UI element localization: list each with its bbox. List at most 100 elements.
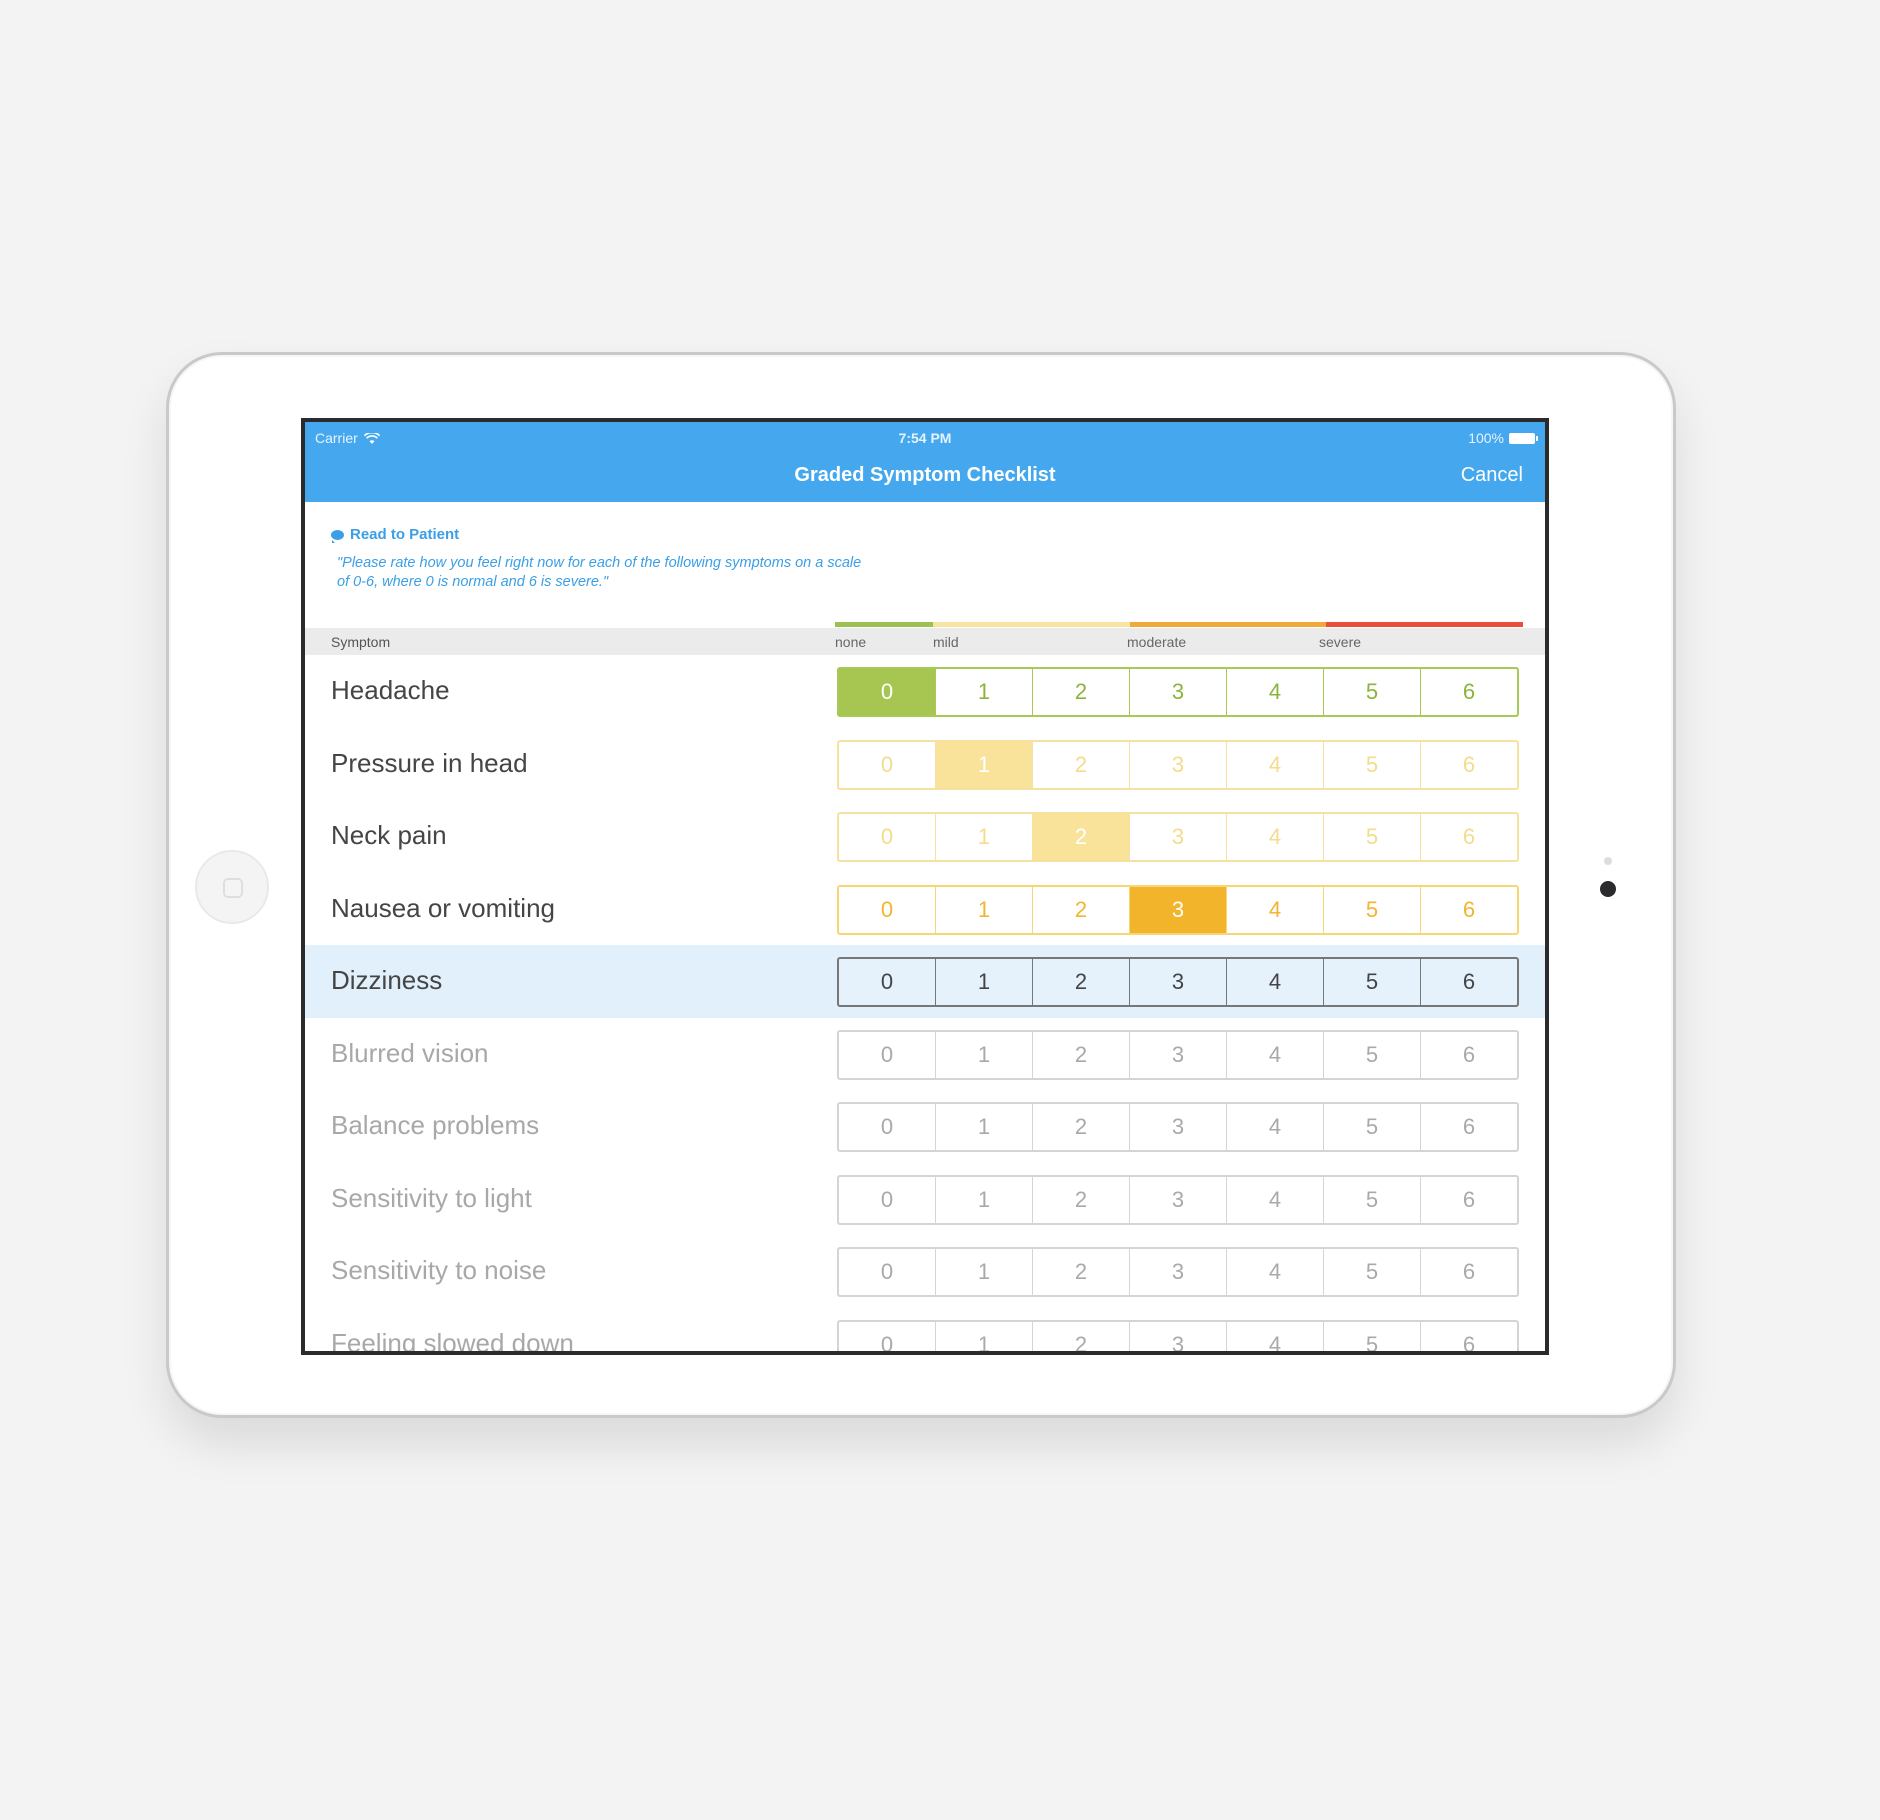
- symptom-label: Balance problems: [331, 1110, 540, 1140]
- rating-option[interactable]: 6: [1420, 814, 1517, 860]
- header-level-moderate: moderate: [1127, 634, 1187, 650]
- rating-option[interactable]: 6: [1420, 1321, 1517, 1351]
- severity-scale: 0123456: [837, 1247, 1519, 1297]
- rating-option[interactable]: 5: [1323, 741, 1420, 788]
- symptom-label: Neck pain: [331, 820, 447, 850]
- rating-option[interactable]: 1: [935, 814, 1032, 860]
- rating-option[interactable]: 1: [935, 886, 1032, 933]
- rating-option[interactable]: 3: [1129, 959, 1226, 1005]
- rating-option[interactable]: 6: [1420, 886, 1517, 933]
- symptom-label: Feeling slowed down: [331, 1327, 574, 1355]
- rating-option[interactable]: 2: [1032, 1104, 1129, 1150]
- rating-option[interactable]: 5: [1323, 1321, 1420, 1351]
- rating-option[interactable]: 0: [839, 1104, 935, 1150]
- rating-option[interactable]: 0: [839, 1249, 935, 1295]
- rating-option[interactable]: 3: [1129, 1321, 1226, 1351]
- rating-option[interactable]: 6: [1420, 1249, 1517, 1295]
- read-to-patient: Read to Patient: [331, 526, 459, 543]
- rating-option[interactable]: 6: [1420, 669, 1517, 715]
- rating-option[interactable]: 5: [1323, 814, 1420, 860]
- rating-option[interactable]: 5: [1323, 669, 1420, 715]
- rating-option[interactable]: 3: [1129, 1031, 1226, 1078]
- home-button[interactable]: [195, 850, 269, 924]
- camera-icon: [1600, 881, 1616, 897]
- symptom-row: Sensitivity to light 0 1 2 3 4 5 6: [305, 1163, 1545, 1236]
- rating-option[interactable]: 2: [1032, 1031, 1129, 1078]
- symptom-label: Pressure in head: [331, 747, 528, 778]
- rating-option[interactable]: 3: [1129, 1249, 1226, 1295]
- rating-option[interactable]: 3: [1129, 814, 1226, 860]
- rating-option[interactable]: 4: [1226, 814, 1323, 860]
- symptom-row: Nausea or vomiting 0 1 2 3 4 5 6: [305, 873, 1545, 946]
- symptom-label: Sensitivity to light: [331, 1182, 532, 1213]
- rating-option[interactable]: 0: [839, 959, 935, 1005]
- severity-scale: 0123456: [837, 812, 1519, 862]
- rating-option[interactable]: 1: [935, 1031, 1032, 1078]
- rating-option[interactable]: 0: [839, 1032, 935, 1078]
- rating-option[interactable]: 4: [1226, 669, 1323, 715]
- rating-option[interactable]: 0: [839, 669, 935, 715]
- rating-option[interactable]: 2: [1032, 886, 1129, 933]
- rating-option[interactable]: 2: [1032, 814, 1129, 860]
- rating-option[interactable]: 4: [1226, 1249, 1323, 1295]
- rating-option[interactable]: 1: [935, 669, 1032, 715]
- rating-option[interactable]: 3: [1129, 669, 1226, 715]
- rating-option[interactable]: 2: [1032, 741, 1129, 788]
- rating-option[interactable]: 5: [1323, 1104, 1420, 1150]
- rating-option[interactable]: 6: [1420, 1031, 1517, 1078]
- rating-option[interactable]: 1: [935, 1104, 1032, 1150]
- home-button-icon: [223, 878, 243, 898]
- rating-option[interactable]: 2: [1032, 1249, 1129, 1295]
- rating-option[interactable]: 5: [1323, 1031, 1420, 1078]
- header-level-mild: mild: [933, 634, 959, 650]
- rating-option[interactable]: 0: [839, 742, 935, 788]
- rating-option[interactable]: 4: [1226, 1031, 1323, 1078]
- cancel-button[interactable]: Cancel: [1461, 464, 1523, 487]
- rating-option[interactable]: 6: [1420, 1176, 1517, 1223]
- rating-option[interactable]: 6: [1420, 1104, 1517, 1150]
- severity-scale: 0123456: [837, 884, 1519, 935]
- rating-option[interactable]: 0: [839, 1322, 935, 1352]
- symptom-row: Blurred vision 0 1 2 3 4 5 6: [305, 1018, 1545, 1091]
- severity-scale: 0123456: [837, 739, 1519, 790]
- rating-option[interactable]: 6: [1420, 741, 1517, 788]
- rating-option[interactable]: 5: [1323, 886, 1420, 933]
- rating-option[interactable]: 4: [1226, 741, 1323, 788]
- rating-option[interactable]: 6: [1420, 959, 1517, 1005]
- severity-segment: [1326, 622, 1425, 627]
- header-level-none: none: [835, 634, 867, 650]
- rating-option[interactable]: 3: [1129, 1104, 1226, 1150]
- rating-option[interactable]: 0: [839, 1177, 935, 1223]
- rating-option[interactable]: 4: [1226, 1176, 1323, 1223]
- severity-scale: 0123456: [837, 667, 1519, 717]
- severity-scale: 0123456: [837, 1029, 1519, 1080]
- symptom-row: Feeling slowed down 0 1 2 3 4 5 6: [305, 1308, 1545, 1355]
- rating-option[interactable]: 4: [1226, 886, 1323, 933]
- rating-option[interactable]: 0: [839, 814, 935, 860]
- header-symptom: Symptom: [331, 634, 391, 650]
- rating-option[interactable]: 2: [1032, 669, 1129, 715]
- rating-option[interactable]: 2: [1032, 959, 1129, 1005]
- rating-option[interactable]: 1: [935, 1249, 1032, 1295]
- rating-option[interactable]: 5: [1323, 959, 1420, 1005]
- rating-option[interactable]: 1: [935, 1321, 1032, 1351]
- speech-bubble-icon: [331, 529, 344, 543]
- rating-option[interactable]: 1: [935, 1176, 1032, 1223]
- rating-option[interactable]: 4: [1226, 1104, 1323, 1150]
- rating-option[interactable]: 4: [1226, 1321, 1323, 1351]
- rating-option[interactable]: 5: [1323, 1249, 1420, 1295]
- rating-option[interactable]: 4: [1226, 959, 1323, 1005]
- rating-option[interactable]: 3: [1129, 741, 1226, 788]
- read-to-patient-label: Read to Patient: [350, 526, 460, 543]
- rating-option[interactable]: 2: [1032, 1321, 1129, 1351]
- rating-option[interactable]: 2: [1032, 1176, 1129, 1223]
- rating-option[interactable]: 0: [839, 887, 935, 933]
- severity-segment: [1424, 622, 1523, 627]
- rating-option[interactable]: 3: [1129, 1176, 1226, 1223]
- navigation-bar: Carrier 7:54 PM 100% Graded Symptom Chec…: [305, 422, 1545, 502]
- symptom-row: Neck pain 0 1 2 3 4 5 6: [305, 800, 1545, 873]
- rating-option[interactable]: 3: [1129, 886, 1226, 933]
- rating-option[interactable]: 1: [935, 741, 1032, 788]
- rating-option[interactable]: 5: [1323, 1176, 1420, 1223]
- rating-option[interactable]: 1: [935, 959, 1032, 1005]
